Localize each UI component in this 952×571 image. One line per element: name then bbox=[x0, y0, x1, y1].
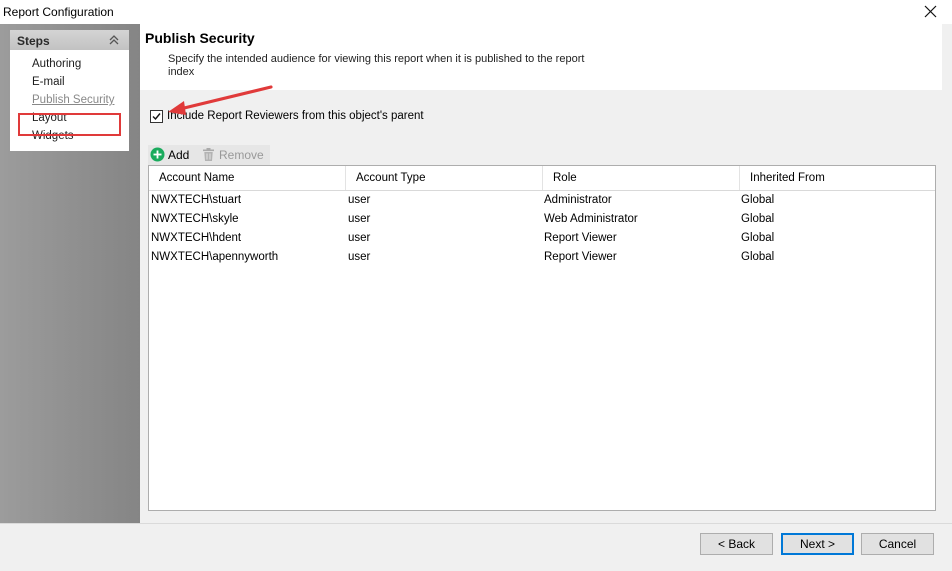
column-header-label: Inherited From bbox=[750, 172, 825, 184]
cell-account-name: NWXTECH\stuart bbox=[151, 194, 242, 206]
cell-inherited-from: Global bbox=[741, 213, 775, 225]
column-header-label: Account Type bbox=[356, 172, 426, 184]
dialog-footer: < Back Next > Cancel bbox=[0, 523, 952, 571]
cell-role: Report Viewer bbox=[544, 232, 617, 244]
trash-icon bbox=[203, 148, 214, 161]
next-button[interactable]: Next > bbox=[781, 533, 854, 555]
cell-role: Web Administrator bbox=[544, 213, 638, 225]
column-header-label: Role bbox=[553, 172, 577, 184]
cell-account-name: NWXTECH\hdent bbox=[151, 232, 242, 244]
reviewers-table: Account Name Account Type Role Inherited… bbox=[148, 165, 936, 511]
column-header-account-type[interactable]: Account Type bbox=[346, 166, 543, 190]
cell-role: Report Viewer bbox=[544, 251, 617, 263]
column-header-label: Account Name bbox=[159, 172, 235, 184]
close-icon[interactable] bbox=[920, 1, 942, 23]
cell-account-type: user bbox=[348, 232, 371, 244]
column-header-account-name[interactable]: Account Name bbox=[149, 166, 346, 190]
cancel-button[interactable]: Cancel bbox=[861, 533, 934, 555]
cell-account-type: user bbox=[348, 213, 371, 225]
steps-header: Steps bbox=[10, 30, 129, 50]
table-row[interactable]: NWXTECH\hdent user Report Viewer Global bbox=[149, 229, 935, 248]
table-row[interactable]: NWXTECH\skyle user Web Administrator Glo… bbox=[149, 210, 935, 229]
cell-account-type: user bbox=[348, 251, 371, 263]
remove-button[interactable]: Remove bbox=[199, 145, 269, 165]
cell-account-name: NWXTECH\skyle bbox=[151, 213, 239, 225]
grid-toolbar: Add Remove bbox=[148, 145, 270, 165]
arrow-icon bbox=[168, 85, 273, 115]
cell-inherited-from: Global bbox=[741, 251, 775, 263]
sidebar-item-authoring[interactable]: Authoring bbox=[32, 58, 81, 70]
sidebar: Steps Authoring E-mail Publish Security … bbox=[0, 24, 140, 523]
cell-role: Administrator bbox=[544, 194, 612, 206]
back-button[interactable]: < Back bbox=[700, 533, 773, 555]
column-header-inherited-from[interactable]: Inherited From bbox=[740, 166, 935, 190]
sidebar-item-publish-security[interactable]: Publish Security bbox=[32, 94, 114, 106]
annotation-highlight-box bbox=[18, 113, 121, 136]
table-row[interactable]: NWXTECH\stuart user Administrator Global bbox=[149, 191, 935, 210]
plus-circle-icon bbox=[150, 147, 165, 162]
sidebar-item-email[interactable]: E-mail bbox=[32, 76, 65, 88]
cell-inherited-from: Global bbox=[741, 194, 775, 206]
cell-account-type: user bbox=[348, 194, 371, 206]
table-row[interactable]: NWXTECH\apennyworth user Report Viewer G… bbox=[149, 248, 935, 267]
add-button-label: Add bbox=[168, 148, 190, 162]
page-description: Specify the intended audience for viewin… bbox=[168, 53, 585, 78]
steps-header-label: Steps bbox=[17, 34, 50, 48]
double-chevron-up-icon[interactable] bbox=[108, 33, 120, 47]
remove-button-label: Remove bbox=[219, 148, 264, 162]
page-title: Publish Security bbox=[145, 30, 255, 46]
window-title: Report Configuration bbox=[3, 5, 114, 19]
table-header: Account Name Account Type Role Inherited… bbox=[149, 166, 935, 191]
add-button[interactable]: Add bbox=[148, 145, 196, 165]
title-bar: Report Configuration bbox=[0, 0, 952, 24]
cell-inherited-from: Global bbox=[741, 232, 775, 244]
column-header-role[interactable]: Role bbox=[543, 166, 740, 190]
page-header: Publish Security Specify the intended au… bbox=[140, 24, 942, 90]
cell-account-name: NWXTECH\apennyworth bbox=[151, 251, 279, 263]
